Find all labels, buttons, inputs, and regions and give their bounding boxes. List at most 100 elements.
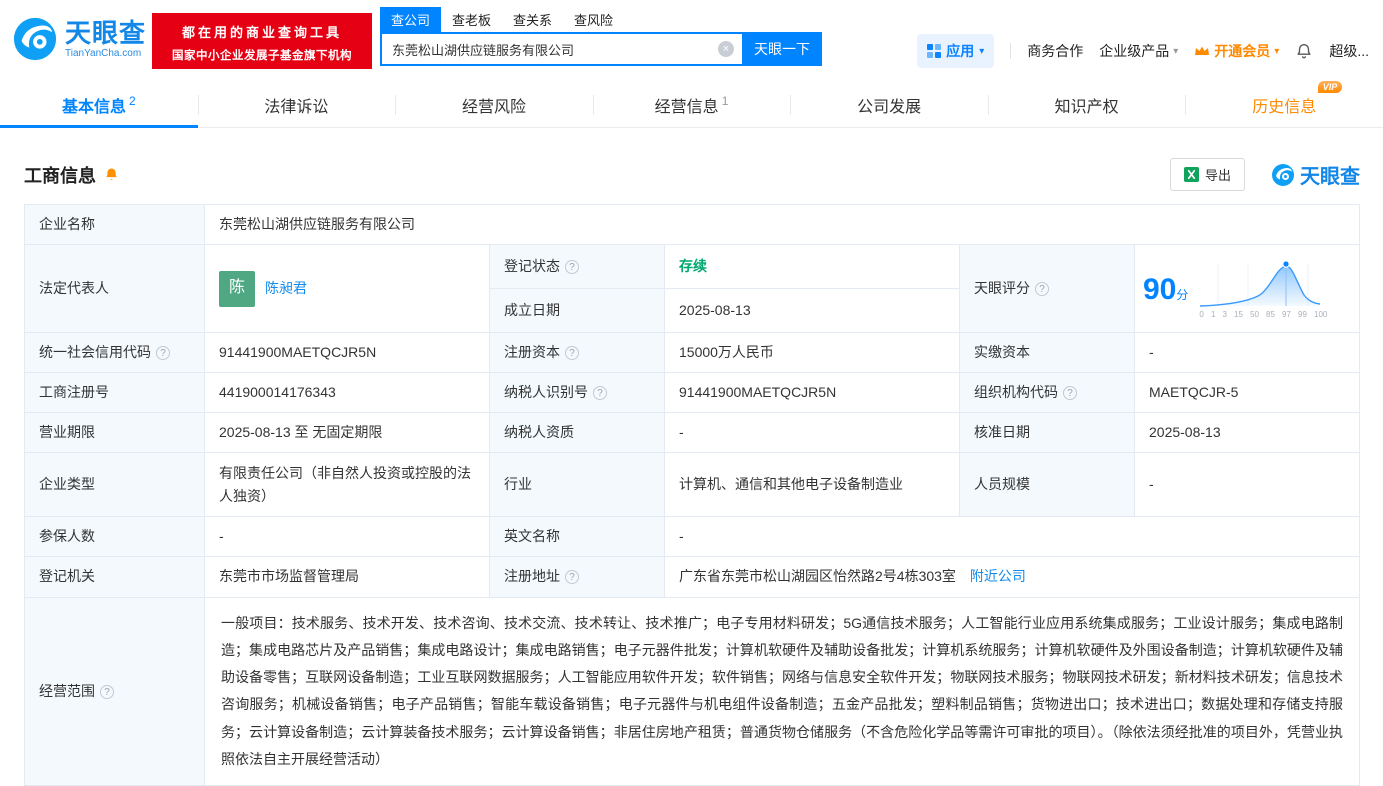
notice-bell-icon[interactable] xyxy=(104,167,119,182)
export-button[interactable]: 导出 xyxy=(1169,158,1245,191)
help-icon[interactable]: ? xyxy=(565,260,579,275)
tab-intellectual-property[interactable]: 知识产权 xyxy=(987,82,1186,127)
help-icon[interactable]: ? xyxy=(100,684,114,699)
help-icon[interactable]: ? xyxy=(156,346,170,361)
watermark-logo-text: 天眼查 xyxy=(1300,166,1360,188)
taxpayer-quality-label: 纳税人资质 xyxy=(489,412,665,454)
clear-icon[interactable]: × xyxy=(718,41,734,57)
tab-legal-proceedings-label: 法律诉讼 xyxy=(264,98,329,116)
tab-operation-risk-label: 经营风险 xyxy=(461,98,526,116)
staff-size-value: - xyxy=(1134,452,1360,518)
industry-label: 行业 xyxy=(489,452,665,518)
legal-rep-name-link[interactable]: 陈昶君 xyxy=(265,277,307,300)
vip-badge: VIP xyxy=(1317,80,1343,93)
reg-status-label-text: 登记状态 xyxy=(504,258,560,275)
tab-basic-info[interactable]: 基本信息 2 xyxy=(0,82,198,128)
approval-date-label: 核准日期 xyxy=(959,412,1135,454)
enterprise-product-menu[interactable]: 企业级产品 ▾ xyxy=(1099,41,1178,61)
org-code-label: 组织机构代码? xyxy=(959,372,1135,414)
search-block: 查公司 查老板 查关系 查风险 × 天眼一下 xyxy=(380,7,822,66)
taxpayer-quality-value: - xyxy=(664,412,960,454)
watermark-logo: 天眼查 xyxy=(1271,160,1360,189)
search-bar: × 天眼一下 xyxy=(380,32,822,66)
company-detail-tabs: 基本信息 2 法律诉讼 经营风险 经营信息 1 公司发展 知识产权 历史信息 VIP xyxy=(0,80,1383,128)
open-vip-label: 开通会员 xyxy=(1214,43,1271,59)
tab-operation-risk[interactable]: 经营风险 xyxy=(395,82,593,127)
tianyancha-logo[interactable]: 天眼查 TianYanCha.com xyxy=(12,16,146,62)
slogan-line2: 国家中小企业发展子基金旗下机构 xyxy=(172,50,352,62)
export-label: 导出 xyxy=(1204,168,1231,183)
brand-slogan: 都在用的商业查询工具 国家中小企业发展子基金旗下机构 xyxy=(152,13,372,69)
approval-date-value: 2025-08-13 xyxy=(1134,412,1360,454)
tab-legal-proceedings[interactable]: 法律诉讼 xyxy=(197,82,396,127)
score-label-text: 天眼评分 xyxy=(974,280,1030,297)
reg-capital-label: 注册资本? xyxy=(489,332,665,374)
tab-operation-info-label: 经营信息 xyxy=(654,98,719,116)
logo-title: 天眼查 xyxy=(65,18,147,49)
help-icon[interactable]: ? xyxy=(593,386,607,401)
company-type-value: 有限责任公司（非自然人投资或控股的法人独资） xyxy=(204,452,490,518)
search-tab-boss[interactable]: 查老板 xyxy=(441,7,502,32)
tab-company-development[interactable]: 公司发展 xyxy=(790,82,988,127)
credit-code-label-text: 统一社会信用代码 xyxy=(39,344,151,361)
credit-code-value: 91441900MAETQCJR5N xyxy=(204,332,490,374)
chevron-down-icon: ▾ xyxy=(979,45,985,57)
reg-status-label: 登记状态? xyxy=(489,244,665,290)
site-header: 天眼查 TianYanCha.com 都在用的商业查询工具 国家中小企业发展子基… xyxy=(0,0,1383,82)
reg-status-text: 存续 xyxy=(679,258,707,275)
reg-capital-label-text: 注册资本 xyxy=(504,344,560,361)
business-scope-label-text: 经营范围 xyxy=(39,682,95,699)
address-label: 注册地址? xyxy=(489,556,665,598)
table-row: 登记机关 东莞市市场监督管理局 注册地址? 广东省东莞市松山湖园区怡然路2号4栋… xyxy=(24,556,1360,598)
address-text: 广东省东莞市松山湖园区怡然路2号4栋303室 xyxy=(679,568,956,585)
section-title: 工商信息 xyxy=(24,165,96,186)
search-tab-relation[interactable]: 查关系 xyxy=(502,7,563,32)
notification-bell-icon[interactable] xyxy=(1295,42,1313,60)
legal-rep-label: 法定代表人 xyxy=(24,244,205,334)
taxpayer-id-label: 纳税人识别号? xyxy=(489,372,665,414)
company-name-label: 企业名称 xyxy=(24,203,205,246)
open-vip-menu[interactable]: 开通会员 ▾ xyxy=(1194,41,1279,61)
header-right: 应用 ▾ 商务合作 企业级产品 ▾ 开通会员 ▾ 超级... xyxy=(917,34,1369,68)
legal-rep-avatar[interactable]: 陈 xyxy=(219,270,255,307)
tianyancha-watermark-icon xyxy=(1272,163,1294,186)
tab-history-info-label: 历史信息 xyxy=(1252,98,1317,116)
search-tab-risk[interactable]: 查风险 xyxy=(563,7,624,32)
search-input[interactable] xyxy=(380,32,742,66)
help-icon[interactable]: ? xyxy=(565,570,579,585)
search-tabs: 查公司 查老板 查关系 查风险 xyxy=(380,7,822,32)
super-vip-link[interactable]: 超级... xyxy=(1329,41,1369,61)
tab-basic-info-label: 基本信息 xyxy=(61,98,126,116)
logo-text: 天眼查 TianYanCha.com xyxy=(65,19,146,59)
score-number: 90 xyxy=(1143,273,1177,307)
nearby-companies-link[interactable]: 附近公司 xyxy=(970,568,1026,584)
search-tab-company[interactable]: 查公司 xyxy=(380,7,442,32)
search-button[interactable]: 天眼一下 xyxy=(742,32,822,66)
help-icon[interactable]: ? xyxy=(1063,386,1077,401)
crown-icon xyxy=(1195,46,1210,55)
reg-number-value: 441900014176343 xyxy=(204,372,490,414)
score-value: 90分 xyxy=(1143,275,1188,321)
establish-date-value: 2025-08-13 xyxy=(664,288,960,334)
apps-grid-icon xyxy=(927,44,942,58)
reg-authority-label: 登记机关 xyxy=(24,556,205,598)
business-cooperation-link[interactable]: 商务合作 xyxy=(1027,41,1083,61)
tab-intellectual-property-label: 知识产权 xyxy=(1054,98,1119,116)
staff-size-label: 人员规模 xyxy=(959,452,1135,518)
logo-domain: TianYanCha.com xyxy=(65,47,142,59)
business-scope-cell: 一般项目：技术服务、技术开发、技术咨询、技术交流、技术转让、技术推广；电子专用材… xyxy=(204,596,1360,786)
table-row: 企业类型 有限责任公司（非自然人投资或控股的法人独资） 行业 计算机、通信和其他… xyxy=(24,452,1360,518)
insured-label: 参保人数 xyxy=(24,516,205,558)
english-name-label: 英文名称 xyxy=(489,516,665,558)
tab-operation-info-badge: 1 xyxy=(721,94,729,109)
establish-date-label: 成立日期 xyxy=(489,288,665,334)
help-icon[interactable]: ? xyxy=(565,346,579,361)
company-type-label: 企业类型 xyxy=(24,452,205,518)
apps-menu[interactable]: 应用 ▾ xyxy=(917,34,995,68)
reg-capital-value: 15000万人民币 xyxy=(664,332,960,374)
table-row: 营业期限 2025-08-13 至 无固定期限 纳税人资质 - 核准日期 202… xyxy=(24,412,1360,454)
tab-operation-info[interactable]: 经营信息 1 xyxy=(592,82,791,127)
help-icon[interactable]: ? xyxy=(1035,282,1049,297)
legal-rep-cell: 陈 陈昶君 xyxy=(204,244,490,334)
tab-history-info[interactable]: 历史信息 VIP xyxy=(1185,80,1383,127)
